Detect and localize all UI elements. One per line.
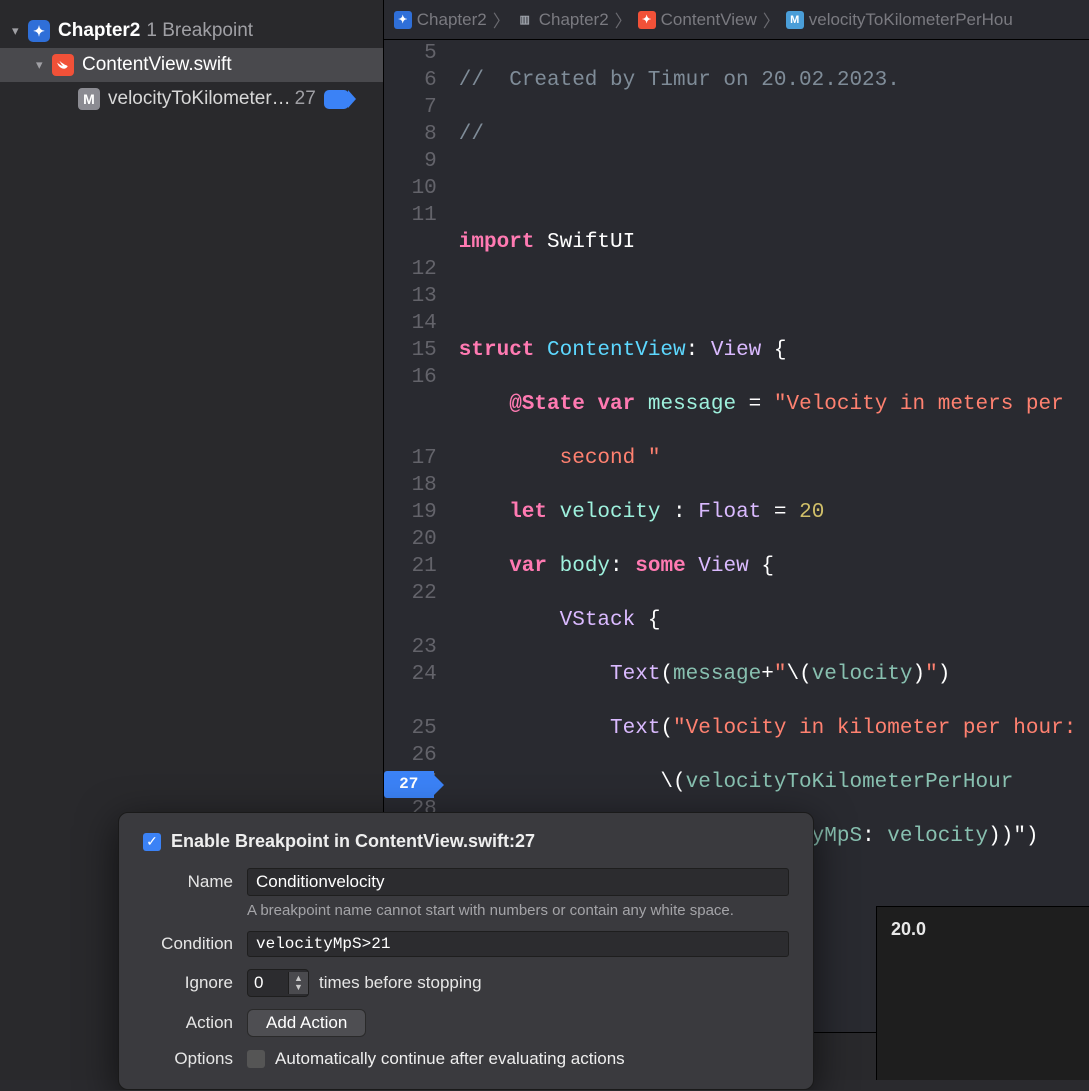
- breakpoint-popover: ✓ Enable Breakpoint in ContentView.swift…: [118, 812, 814, 1090]
- options-label: Options: [143, 1049, 233, 1069]
- breakpoint-marker[interactable]: 27: [384, 771, 434, 798]
- nav-file-row[interactable]: ▾ ContentView.swift: [0, 48, 383, 82]
- nav-project-row[interactable]: ▾ ✦ Chapter2 1 Breakpoint: [0, 14, 383, 48]
- ignore-value-input[interactable]: [248, 970, 288, 996]
- chevron-right-icon: 〉: [615, 7, 632, 32]
- nav-project-name: Chapter2: [58, 20, 140, 42]
- name-input[interactable]: [247, 868, 789, 896]
- nav-breakpoint-method: velocityToKilometer…: [108, 88, 291, 110]
- method-icon: M: [78, 88, 100, 110]
- xcode-project-icon: ✦: [28, 20, 50, 42]
- swift-file-icon: ✦: [638, 11, 656, 29]
- swift-file-icon: [52, 54, 74, 76]
- breakpoint-indicator[interactable]: [324, 90, 349, 109]
- preview-panel: 20.0: [876, 906, 1089, 1080]
- chevron-down-icon: ▾: [12, 23, 26, 39]
- name-hint: A breakpoint name cannot start with numb…: [247, 902, 789, 919]
- popover-title: Enable Breakpoint in ContentView.swift:2…: [171, 831, 535, 852]
- add-action-button[interactable]: Add Action: [247, 1009, 366, 1037]
- nav-project-badge: 1 Breakpoint: [146, 20, 253, 42]
- chevron-right-icon: 〉: [763, 7, 780, 32]
- action-label: Action: [143, 1013, 233, 1033]
- nav-breakpoint-line: 27: [295, 88, 316, 110]
- stepper-arrows-icon[interactable]: ▲▼: [288, 972, 308, 994]
- nav-breakpoint-row[interactable]: M velocityToKilometer… 27: [0, 82, 383, 116]
- xcode-project-icon: ✦: [394, 11, 412, 29]
- ignore-suffix: times before stopping: [319, 973, 482, 993]
- path-bar[interactable]: ✦Chapter2 〉 ▥Chapter2 〉 ✦ContentView 〉 M…: [384, 0, 1089, 40]
- chevron-right-icon: 〉: [493, 7, 510, 32]
- enable-breakpoint-checkbox[interactable]: ✓: [143, 833, 161, 851]
- preview-value: 20.0: [891, 919, 926, 939]
- folder-icon: ▥: [516, 11, 534, 29]
- condition-label: Condition: [143, 934, 233, 954]
- ignore-label: Ignore: [143, 973, 233, 993]
- ignore-stepper[interactable]: ▲▼: [247, 969, 309, 997]
- options-text: Automatically continue after evaluating …: [275, 1049, 625, 1069]
- condition-input[interactable]: [247, 931, 789, 957]
- name-label: Name: [143, 872, 233, 892]
- auto-continue-checkbox[interactable]: [247, 1050, 265, 1068]
- method-icon: M: [786, 11, 804, 29]
- chevron-down-icon: ▾: [36, 57, 50, 73]
- nav-file-name: ContentView.swift: [82, 54, 232, 76]
